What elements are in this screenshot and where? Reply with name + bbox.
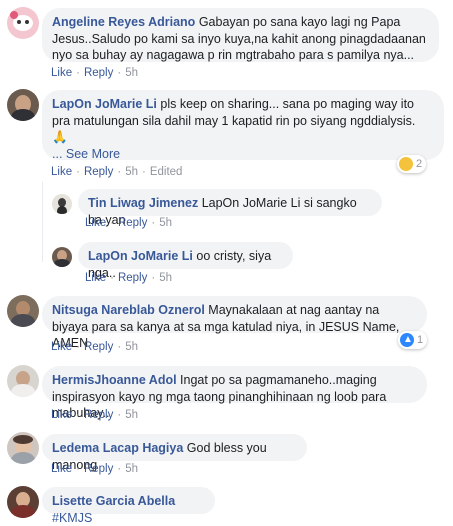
sad-reaction-icon [399,157,413,171]
comment-bubble: LapOn JoMarie Li oo cristy, siya nga.. [78,242,293,280]
comment-bubble: Nitsuga Nareblab Oznerol Maynakalaan at … [42,296,427,350]
avatar[interactable] [52,194,72,214]
reply-link[interactable]: Reply [84,409,113,421]
timestamp[interactable]: 5h [125,341,138,353]
reply-link[interactable]: Reply [118,272,147,284]
avatar[interactable] [7,89,39,121]
commenter-name[interactable]: LapOn JoMarie Li [88,249,193,263]
comment-actions: Like · Reply · 5h [85,217,172,229]
hashtag-link[interactable]: #KMJS [52,511,92,525]
reply-link[interactable]: Reply [118,217,147,229]
comment-bubble: LapOn JoMarie Li pls keep on sharing... … [42,90,444,161]
reply-link[interactable]: Reply [84,166,113,178]
commenter-name[interactable]: Ledema Lacap Hagiya [52,441,183,455]
avatar[interactable] [52,247,72,267]
reaction-number: 1 [417,334,424,346]
timestamp[interactable]: 5h [159,272,172,284]
like-link[interactable]: Like [51,409,72,421]
like-link[interactable]: Like [85,272,106,284]
like-link[interactable]: Like [85,217,106,229]
reaction-count[interactable]: 2 [397,155,427,173]
reply-link[interactable]: Reply [84,67,113,79]
comment-bubble: Lisette Garcia Abella #KMJS [42,487,215,525]
timestamp[interactable]: 5h [125,409,138,421]
timestamp[interactable]: 5h [125,67,138,79]
like-link[interactable]: Like [51,67,72,79]
commenter-name[interactable]: HermisJhoanne Adol [52,373,177,387]
comment-bubble: Tin Liwag Jimenez LapOn JoMarie Li si sa… [78,189,382,227]
avatar[interactable] [7,295,39,327]
comment-bubble: Angeline Reyes Adriano Gabayan po sana k… [42,8,439,62]
reply-thread-line [42,182,43,262]
commenter-name[interactable]: Nitsuga Nareblab Oznerol [52,303,205,317]
see-more-link[interactable]: ... See More [52,147,120,161]
comment-actions: Like · Reply · 5h [51,463,138,475]
edited-label[interactable]: Edited [150,166,183,178]
comment-actions: Like · Reply · 5h [51,409,138,421]
comment-actions: Like · Reply · 5h [85,272,172,284]
like-link[interactable]: Like [51,463,72,475]
like-reaction-icon: ▲ [400,333,414,347]
comment-bubble: Ledema Lacap Hagiya God bless you manong [42,434,307,472]
comment-actions: Like · Reply · 5h [51,67,138,79]
avatar[interactable] [7,365,39,397]
avatar[interactable] [7,486,39,518]
avatar[interactable] [7,7,39,39]
reply-link[interactable]: Reply [84,341,113,353]
commenter-name[interactable]: Tin Liwag Jimenez [88,196,198,210]
comment-actions: Like · Reply · 5h · Edited [51,166,183,178]
reply-link[interactable]: Reply [84,463,113,475]
reaction-number: 2 [416,158,423,170]
commenter-name[interactable]: LapOn JoMarie Li [52,97,157,111]
avatar[interactable] [7,432,39,464]
like-link[interactable]: Like [51,341,72,353]
commenter-name[interactable]: Angeline Reyes Adriano [52,15,195,29]
like-link[interactable]: Like [51,166,72,178]
timestamp[interactable]: 5h [125,166,138,178]
timestamp[interactable]: 5h [125,463,138,475]
commenter-name[interactable]: Lisette Garcia Abella [52,494,175,508]
reaction-count[interactable]: ▲ 1 [398,331,428,349]
comment-bubble: HermisJhoanne Adol Ingat po sa pagmamane… [42,366,427,420]
timestamp[interactable]: 5h [159,217,172,229]
comment-actions: Like · Reply · 5h [51,341,138,353]
